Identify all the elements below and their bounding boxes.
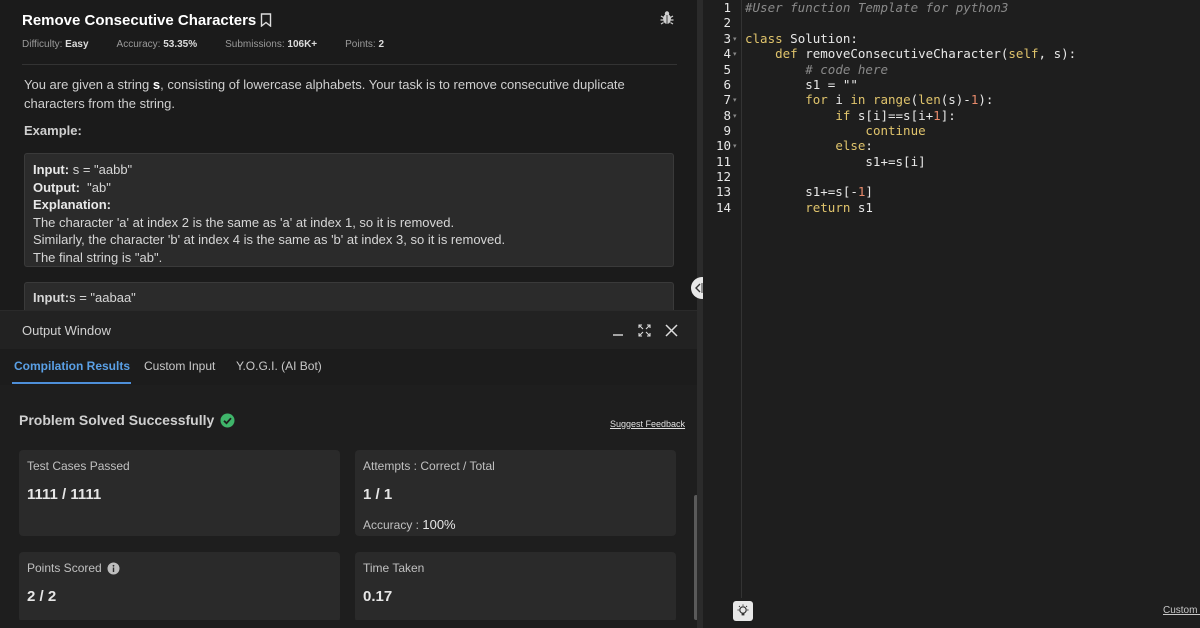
output-tabs: Compilation Results Custom Input Y.O.G.I…	[0, 349, 697, 385]
fold-arrow-icon[interactable]: ▾	[733, 35, 737, 43]
info-icon[interactable]	[107, 562, 120, 575]
maximize-icon[interactable]	[638, 323, 651, 337]
example-label: Example:	[24, 123, 82, 138]
code-line-8: if s[i]==s[i+1]:	[835, 108, 956, 123]
tests-passed-card: Test Cases Passed 1111 / 1111	[19, 450, 340, 536]
submissions: Submissions: 106K+	[225, 39, 318, 50]
example-box-1: Input: s = "aabb" Output: "ab" Explanati…	[24, 153, 674, 267]
code-line-14: return s1	[805, 200, 873, 215]
line-number: 1	[723, 0, 731, 15]
problem-title: Remove Consecutive Characters	[22, 11, 257, 29]
problem-statement: Remove Consecutive Characters Difficulty…	[0, 0, 697, 322]
line-number: 13	[715, 184, 731, 199]
fold-arrow-icon[interactable]: ▾	[733, 96, 737, 104]
line-number: 11	[715, 154, 731, 169]
code-line-7: for i in range(len(s)-1):	[805, 92, 994, 107]
code-line-10: else:	[835, 138, 873, 153]
output-bottom-edge	[0, 620, 697, 628]
attempts-card: Attempts : Correct / Total 1 / 1 Accurac…	[355, 450, 676, 536]
points-scored-card: Points Scored 2 / 2	[19, 552, 340, 622]
output-window: Output Window Compilation Results Custom…	[0, 310, 697, 628]
suggest-feedback-link[interactable]: Suggest Feedback	[610, 419, 685, 429]
tab-yogi-ai-bot[interactable]: Y.O.G.I. (AI Bot)	[236, 359, 322, 373]
code-line-3: class Solution:	[745, 31, 858, 46]
tab-custom-input[interactable]: Custom Input	[144, 359, 215, 373]
code-editor[interactable]: 1 2 3 ▾ 4 ▾ 5 6 7 ▾ 8 ▾ 9 10 ▾ 11 12 13 14 #User function …	[703, 0, 1200, 628]
check-circle-icon	[220, 413, 235, 427]
editor-footer: Custom Input	[703, 598, 1200, 628]
code-line-13: s1+=s[-1]	[745, 184, 873, 199]
line-number: 2	[723, 15, 731, 30]
active-tab-indicator	[12, 382, 131, 384]
status-message: Problem Solved Successfully	[19, 412, 235, 428]
divider	[22, 64, 677, 65]
output-title: Output Window	[22, 323, 111, 338]
line-number: 14	[715, 200, 731, 215]
fold-arrow-icon[interactable]: ▾	[733, 142, 737, 150]
code-line-11: s1+=s[i]	[745, 154, 926, 169]
line-number: 8	[723, 108, 731, 123]
problem-panel: Remove Consecutive Characters Difficulty…	[0, 0, 697, 628]
problem-meta: Difficulty: Easy Accuracy: 53.35% Submis…	[22, 39, 384, 50]
line-number: 6	[723, 77, 731, 92]
bug-report-icon[interactable]	[660, 10, 674, 26]
line-number: 3	[723, 31, 731, 46]
minimize-icon[interactable]	[612, 323, 624, 337]
bookmark-icon[interactable]	[260, 13, 272, 27]
tab-compilation-results[interactable]: Compilation Results	[14, 359, 130, 373]
fold-arrow-icon[interactable]: ▾	[733, 112, 737, 120]
code-line-9: continue	[865, 123, 926, 138]
custom-input-link[interactable]: Custom Input	[1163, 605, 1200, 616]
line-number: 10	[715, 138, 731, 153]
code-line-1: #User function Template for python3	[745, 0, 1009, 15]
code-line-6: s1 = ""	[745, 77, 858, 92]
line-number: 9	[723, 123, 731, 138]
code-line-4: def removeConsecutiveCharacter(self, s):	[775, 46, 1077, 61]
lightbulb-icon[interactable]	[733, 601, 753, 621]
difficulty: Difficulty: Easy	[22, 39, 89, 50]
code-line-5: # code here	[805, 62, 889, 77]
line-number: 12	[715, 169, 731, 184]
points: Points: 2	[345, 39, 385, 50]
line-number-gutter: 1 2 3 ▾ 4 ▾ 5 6 7 ▾ 8 ▾ 9 10 ▾ 11 12 13 14	[703, 0, 742, 600]
line-number: 5	[723, 62, 731, 77]
line-number: 4	[723, 46, 731, 61]
time-taken-card: Time Taken 0.17	[355, 552, 676, 622]
title-row: Remove Consecutive Characters	[22, 10, 272, 30]
close-icon[interactable]	[665, 323, 678, 337]
fold-arrow-icon[interactable]: ▾	[733, 50, 737, 58]
line-number: 7	[723, 92, 731, 107]
problem-description: You are given a string s, consisting of …	[24, 77, 625, 111]
accuracy: Accuracy: 53.35%	[116, 39, 198, 50]
window-controls	[612, 323, 678, 337]
output-header: Output Window	[0, 311, 697, 349]
